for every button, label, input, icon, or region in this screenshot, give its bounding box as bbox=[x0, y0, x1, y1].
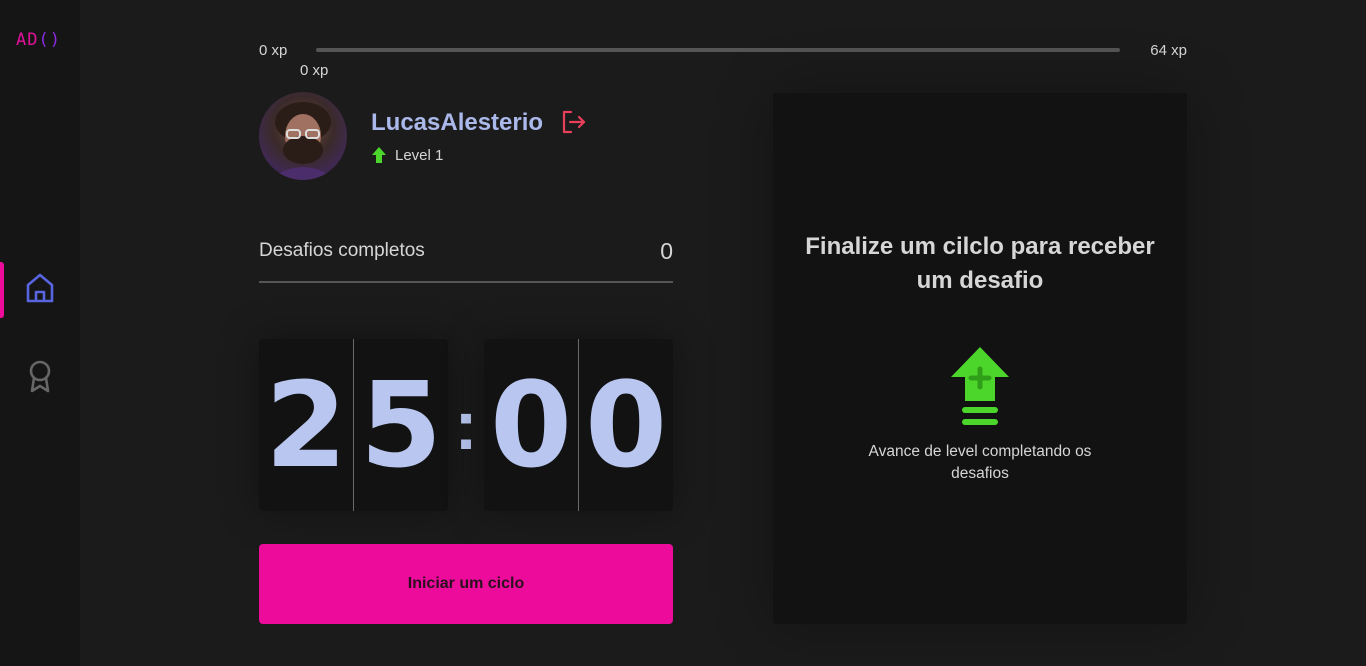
countdown-timer: 2 5 : 0 0 bbox=[259, 339, 673, 511]
award-icon bbox=[27, 359, 53, 398]
level-up-arrow-icon bbox=[950, 345, 1010, 427]
app-logo: AD() bbox=[16, 30, 61, 50]
completed-challenges-label: Desafios completos bbox=[259, 240, 425, 261]
second-digit-left: 0 bbox=[484, 339, 579, 511]
challenge-box-title: Finalize um cilclo para receber um desaf… bbox=[805, 233, 1155, 294]
challenge-box: Finalize um cilclo para receber um desaf… bbox=[773, 93, 1187, 624]
minute-digit-right: 5 bbox=[359, 356, 443, 494]
completed-challenges: Desafios completos 0 bbox=[259, 232, 673, 283]
sidebar-item-award[interactable] bbox=[0, 350, 80, 406]
time-separator: : bbox=[454, 386, 478, 464]
profile: LucasAlesterio Level 1 bbox=[259, 92, 679, 182]
xp-current-label: 0 xp bbox=[300, 62, 329, 79]
experience-bar: 0 xp 0 xp 64 xp bbox=[259, 40, 1187, 80]
minute-digit-left: 2 bbox=[259, 339, 354, 511]
challenge-box-description: Avance de level completando os desafios bbox=[868, 443, 1092, 482]
logout-button[interactable] bbox=[559, 108, 587, 136]
second-digit-right: 0 bbox=[584, 356, 668, 494]
level-label: Level 1 bbox=[395, 146, 444, 164]
level-indicator: Level 1 bbox=[371, 146, 443, 164]
home-icon bbox=[25, 272, 55, 309]
minutes-box: 2 5 bbox=[259, 339, 448, 511]
xp-track bbox=[316, 48, 1120, 52]
sidebar: AD() bbox=[0, 0, 80, 666]
seconds-box: 0 0 bbox=[484, 339, 673, 511]
avatar bbox=[259, 92, 347, 180]
completed-challenges-count: 0 bbox=[660, 238, 673, 264]
xp-min-label: 0 xp bbox=[259, 42, 288, 59]
level-up-icon bbox=[372, 147, 386, 163]
start-cycle-button[interactable]: Iniciar um ciclo bbox=[259, 544, 673, 624]
active-indicator bbox=[0, 262, 4, 318]
username: LucasAlesterio bbox=[371, 109, 544, 136]
sidebar-item-home[interactable] bbox=[0, 262, 80, 318]
xp-max-label: 64 xp bbox=[1150, 42, 1187, 59]
logout-icon bbox=[562, 110, 586, 134]
